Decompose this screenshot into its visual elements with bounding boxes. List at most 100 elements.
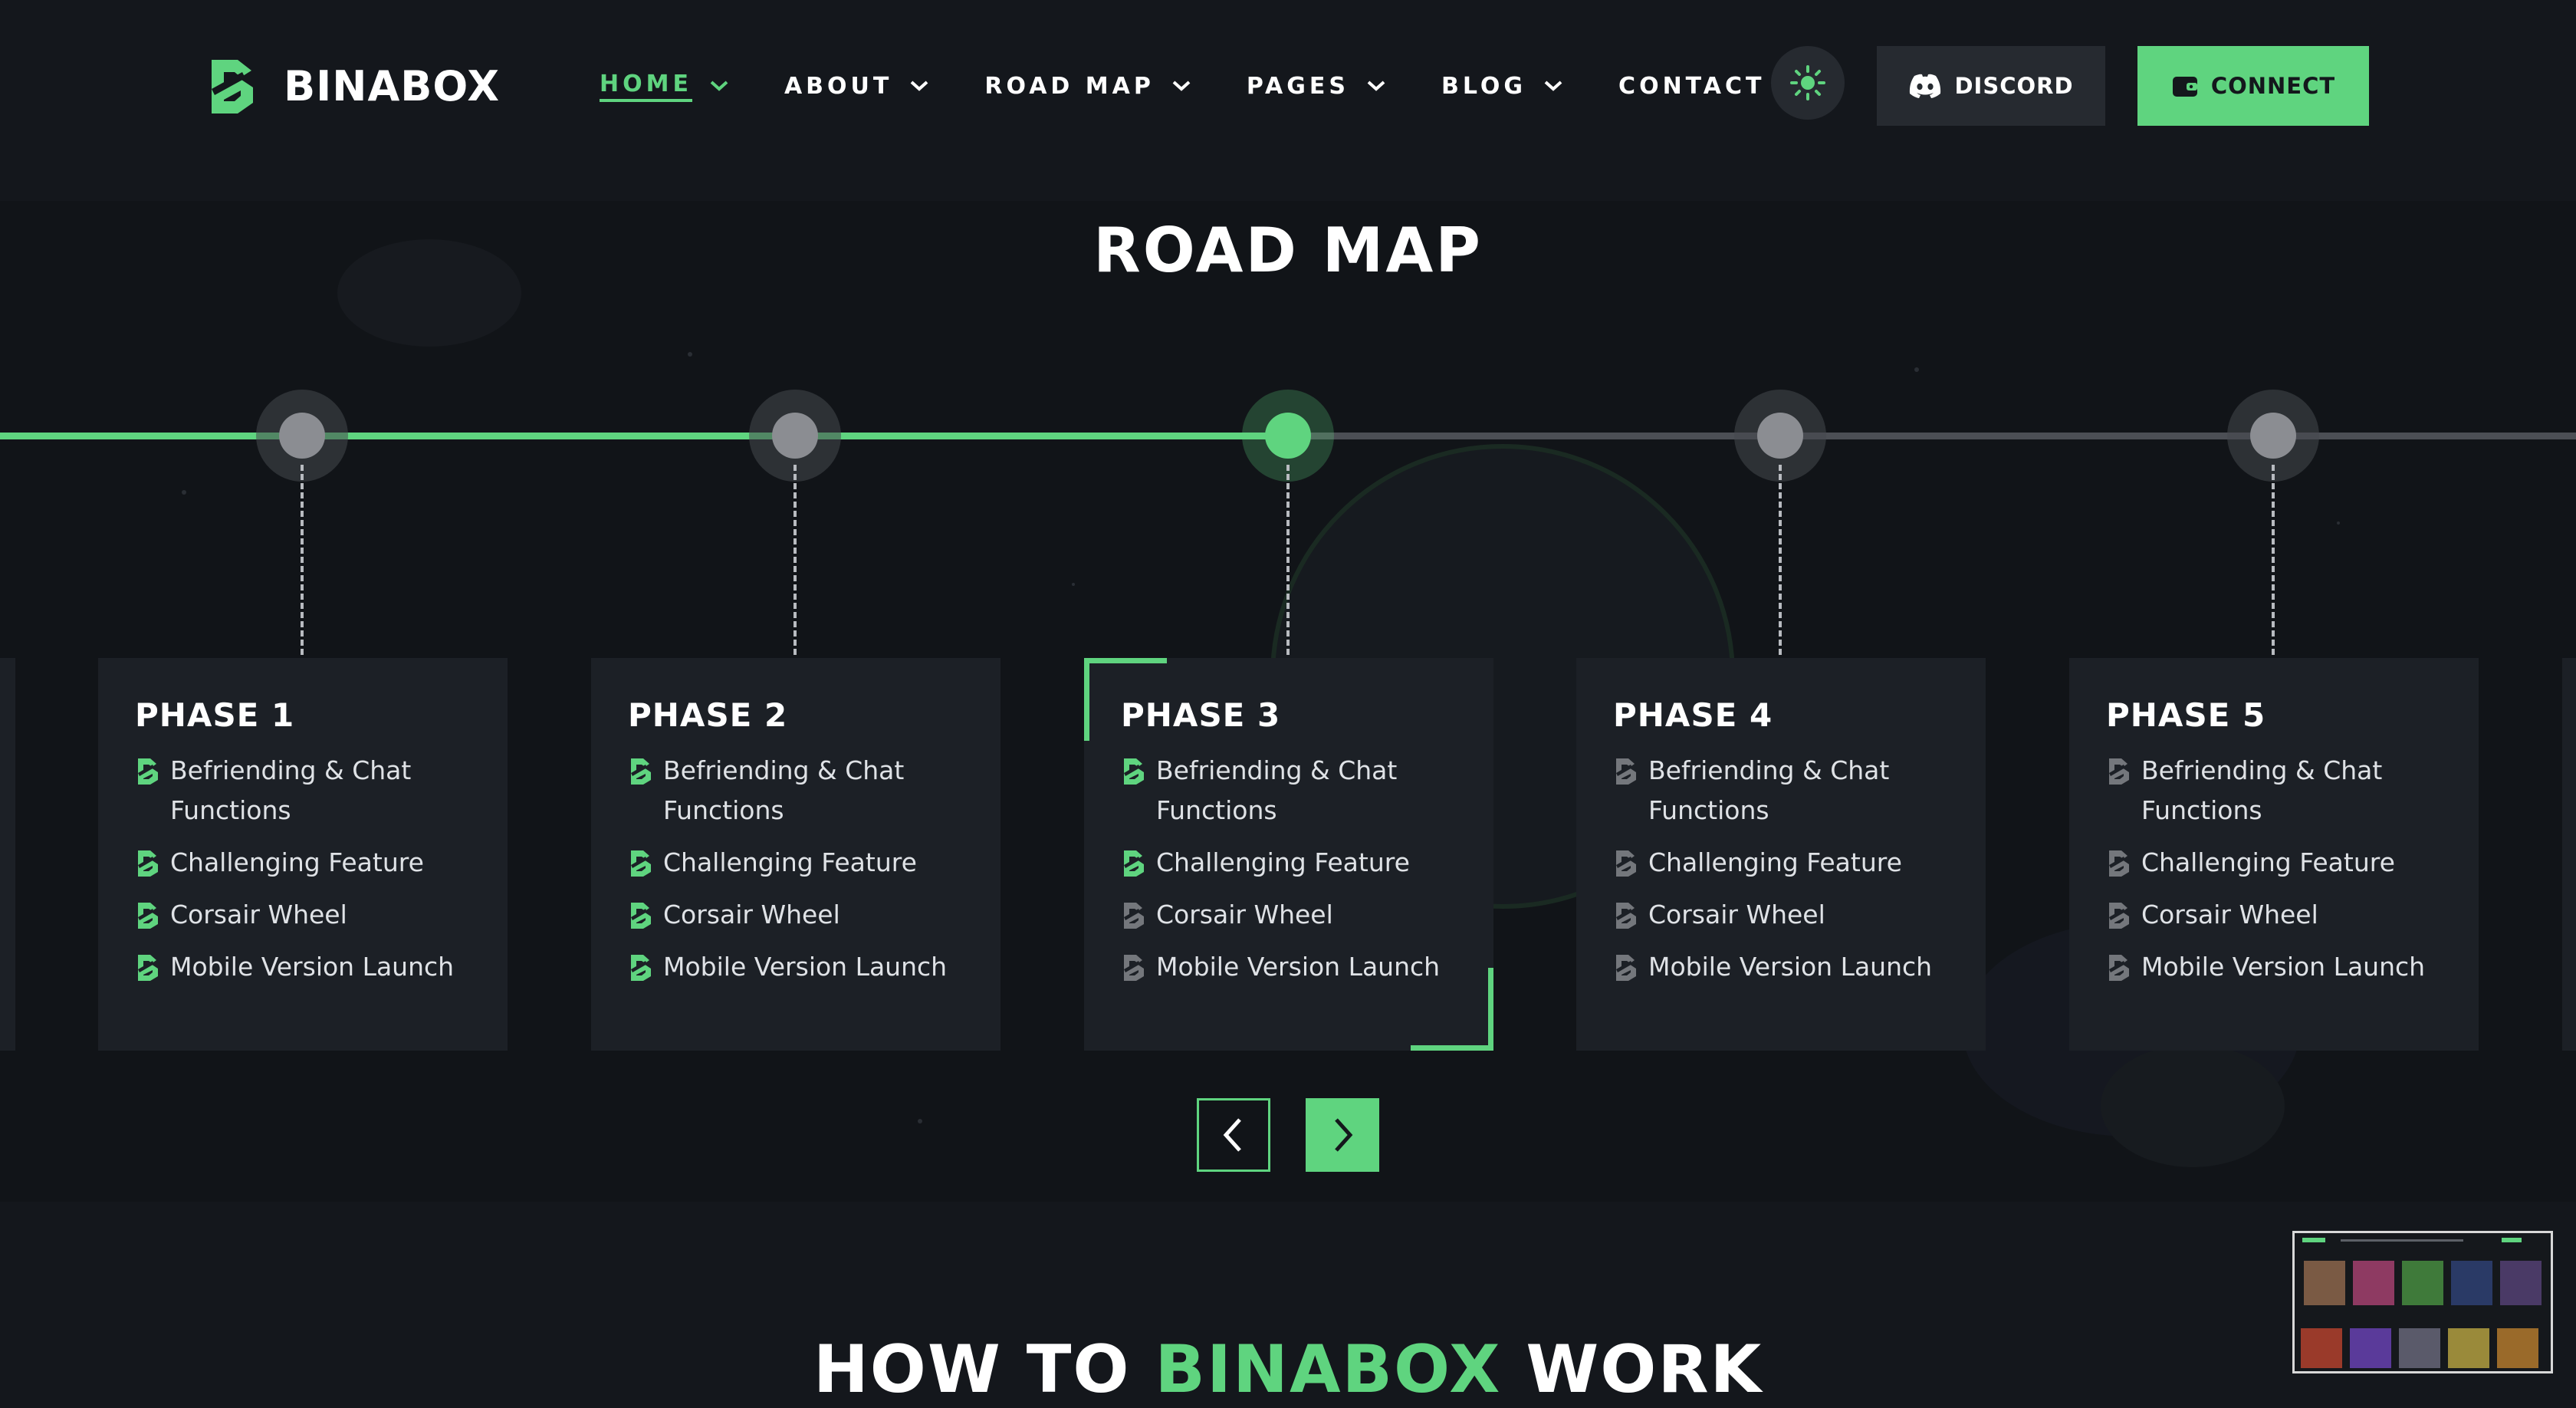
phase-title: PHASE 5 — [2106, 696, 2266, 734]
binabox-bullet-icon-inactive — [1121, 953, 1147, 982]
nav-label-blog: BLOG — [1441, 72, 1527, 100]
phase-feature-item: Challenging Feature — [628, 843, 1001, 883]
phase-card-partial-right — [2562, 658, 2576, 1051]
timeline-connector — [1779, 465, 1782, 664]
main-nav: HOME ABOUT ROAD MAP PAGES BLOG CONTACT — [600, 64, 1766, 107]
phase-feature-list: Befriending & Chat Functions Challenging… — [135, 751, 508, 987]
phase-feature-label: Befriending & Chat Functions — [663, 755, 905, 825]
phase-feature-item: Befriending & Chat Functions — [2106, 751, 2479, 831]
binabox-bullet-icon — [135, 849, 161, 878]
phase-title: PHASE 3 — [1121, 696, 1281, 734]
phase-feature-item: Mobile Version Launch — [1613, 947, 1986, 987]
binabox-bullet-icon-inactive — [1613, 849, 1639, 878]
phase-feature-label: Challenging Feature — [170, 847, 424, 877]
phase-feature-label: Befriending & Chat Functions — [1156, 755, 1398, 825]
binabox-bullet-icon — [628, 757, 654, 786]
phase-feature-label: Befriending & Chat Functions — [1648, 755, 1890, 825]
phase-feature-list: Befriending & Chat Functions Challenging… — [1121, 751, 1493, 987]
timeline-connector — [794, 465, 797, 664]
timeline-remaining-line — [1288, 433, 2576, 439]
slider-prev-button[interactable] — [1197, 1098, 1270, 1172]
binabox-bullet-icon-inactive — [1613, 901, 1639, 930]
phase-feature-item: Challenging Feature — [2106, 843, 2479, 883]
phase-card-2: PHASE 2 Befriending & Chat Functions Cha… — [591, 658, 1001, 1051]
nav-item-home[interactable]: HOME — [600, 64, 729, 107]
phase-feature-item: Challenging Feature — [1121, 843, 1493, 883]
binabox-bullet-icon-inactive — [2106, 849, 2132, 878]
logo[interactable]: BINABOX — [204, 55, 500, 117]
nav-item-road-map[interactable]: ROAD MAP — [984, 64, 1191, 107]
phase-feature-label: Corsair Wheel — [170, 900, 347, 929]
phase-feature-item: Befriending & Chat Functions — [628, 751, 1001, 831]
phase-feature-label: Befriending & Chat Functions — [2141, 755, 2383, 825]
binabox-bullet-icon-inactive — [1613, 953, 1639, 982]
binabox-bullet-icon-inactive — [2106, 757, 2132, 786]
binabox-bullet-icon — [1121, 757, 1147, 786]
nav-item-contact[interactable]: CONTACT — [1618, 64, 1765, 107]
phase-feature-label: Corsair Wheel — [1648, 900, 1825, 929]
chevron-down-icon — [1367, 81, 1385, 91]
phase-feature-label: Challenging Feature — [1648, 847, 1902, 877]
phase-feature-label: Mobile Version Launch — [2141, 952, 2426, 982]
phase-feature-label: Challenging Feature — [2141, 847, 2395, 877]
brand-name: BINABOX — [284, 61, 501, 110]
timeline-node-dot — [2250, 413, 2296, 459]
phase-title: PHASE 2 — [628, 696, 788, 734]
page-preview-thumbnail[interactable] — [2292, 1231, 2553, 1373]
phase-card-3-active: PHASE 3 Befriending & Chat Functions Cha… — [1084, 658, 1493, 1051]
phase-feature-label: Mobile Version Launch — [170, 952, 455, 982]
sun-icon — [1790, 65, 1825, 100]
phase-feature-label: Mobile Version Launch — [1156, 952, 1441, 982]
binabox-bullet-icon-inactive — [1613, 757, 1639, 786]
phase-feature-item: Mobile Version Launch — [2106, 947, 2479, 987]
chevron-down-icon — [1172, 81, 1191, 91]
phase-feature-item: Befriending & Chat Functions — [1121, 751, 1493, 831]
phase-feature-label: Challenging Feature — [663, 847, 917, 877]
phase-feature-label: Mobile Version Launch — [1648, 952, 1933, 982]
nav-item-about[interactable]: ABOUT — [784, 64, 929, 107]
phase-feature-label: Corsair Wheel — [2141, 900, 2318, 929]
page-preview-image — [2295, 1233, 2551, 1371]
phase-feature-item: Corsair Wheel — [1613, 895, 1986, 935]
phase-feature-item: Mobile Version Launch — [628, 947, 1001, 987]
phase-card-4: PHASE 4 Befriending & Chat Functions Cha… — [1576, 658, 1986, 1051]
chevron-down-icon — [710, 81, 728, 91]
how-title-accent: BINABOX — [1155, 1331, 1502, 1408]
discord-label: DISCORD — [1954, 73, 2074, 99]
binabox-bullet-icon-inactive — [2106, 901, 2132, 930]
phase-card-5: PHASE 5 Befriending & Chat Functions Cha… — [2069, 658, 2479, 1051]
phase-feature-list: Befriending & Chat Functions Challenging… — [2106, 751, 2479, 987]
phase-feature-item: Corsair Wheel — [135, 895, 508, 935]
phase-feature-item: Corsair Wheel — [2106, 895, 2479, 935]
binabox-bullet-icon — [628, 953, 654, 982]
discord-button[interactable]: DISCORD — [1877, 46, 2105, 126]
chevron-down-icon — [1544, 81, 1562, 91]
phase-feature-label: Challenging Feature — [1156, 847, 1410, 877]
binabox-logo-icon — [212, 60, 253, 113]
timeline-connector — [1286, 465, 1290, 664]
phase-title: PHASE 4 — [1613, 696, 1773, 734]
roadmap-section: ROAD MAP PHASE 1 Befriending & Chat Func… — [0, 201, 2576, 1202]
slider-next-button[interactable] — [1306, 1098, 1379, 1172]
wallet-icon — [2172, 77, 2197, 97]
roadmap-title: ROAD MAP — [1093, 215, 1483, 286]
phase-feature-item: Challenging Feature — [1613, 843, 1986, 883]
binabox-bullet-icon — [1121, 849, 1147, 878]
phase-feature-item: Befriending & Chat Functions — [135, 751, 508, 831]
binabox-bullet-icon — [135, 757, 161, 786]
binabox-bullet-icon — [628, 901, 654, 930]
how-title-prefix: HOW TO — [813, 1331, 1155, 1408]
active-card-corner-top-left — [1084, 658, 1167, 741]
phase-feature-label: Corsair Wheel — [663, 900, 840, 929]
timeline-connector — [301, 465, 304, 664]
nav-item-blog[interactable]: BLOG — [1441, 64, 1563, 107]
phase-feature-list: Befriending & Chat Functions Challenging… — [628, 751, 1001, 987]
phase-feature-item: Mobile Version Launch — [135, 947, 508, 987]
how-it-works-title: HOW TO BINABOX WORK — [0, 1331, 2576, 1408]
phase-feature-label: Corsair Wheel — [1156, 900, 1333, 929]
active-card-corner-bottom-right — [1411, 968, 1493, 1051]
binabox-bullet-icon — [135, 901, 161, 930]
nav-item-pages[interactable]: PAGES — [1247, 64, 1386, 107]
connect-button[interactable]: CONNECT — [2137, 46, 2369, 126]
theme-toggle-button[interactable] — [1771, 46, 1845, 120]
